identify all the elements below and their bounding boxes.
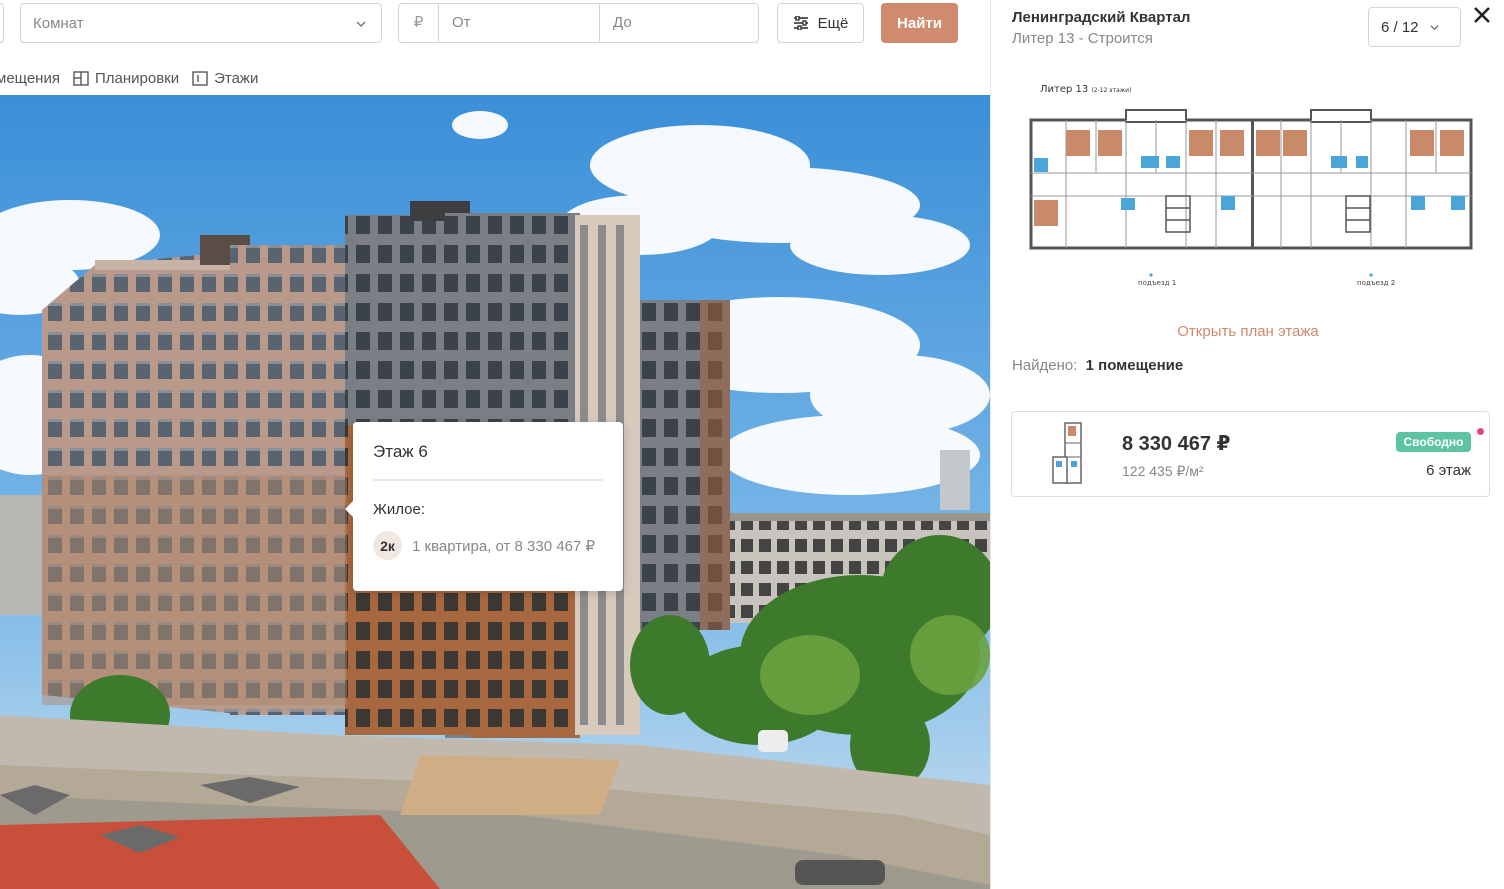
complex-title: Ленинградский Квартал [1012, 9, 1191, 26]
price-from-input[interactable]: От [439, 4, 600, 42]
filter-field-partial[interactable] [0, 3, 4, 43]
view-premises[interactable]: мещения [0, 70, 60, 87]
floor-select[interactable]: 6 / 12 [1368, 7, 1461, 47]
found-value: 1 помещение [1085, 357, 1184, 374]
currency-symbol: ₽ [399, 4, 439, 42]
price-per-sqm: 122 435 ₽/м² [1122, 463, 1204, 479]
more-filters-label: Ещё [817, 14, 849, 32]
svg-text:Литер 13 (2-12 этажи: Литер 13 (2-12 этажи) [1040, 84, 1131, 95]
open-floor-plan-link[interactable]: Открыть план этажа [991, 323, 1504, 340]
tooltip-title: Этаж 6 [373, 442, 428, 461]
entrance-2-label: подъезд 2 [1357, 279, 1395, 287]
floor-tooltip: Этаж 6 Жилое: 2к 1 квартира, от 8 330 46… [345, 422, 623, 591]
rooms-select[interactable]: Комнат [20, 3, 382, 43]
tooltip-apartment-row[interactable]: 2к 1 квартира, от 8 330 467 ₽ [373, 531, 595, 560]
tooltip-type: Жилое: [373, 501, 426, 518]
tooltip-description: 1 квартира, от 8 330 467 ₽ [412, 537, 595, 555]
view-floors-label: Этажи [214, 69, 259, 87]
apartment-price: 8 330 467 ₽ [1122, 433, 1231, 455]
view-switch: мещения Планировки Этажи [0, 68, 271, 88]
layout-icon [73, 70, 89, 86]
apartment-card[interactable]: 8 330 467 ₽ 122 435 ₽/м² Свободно 6 этаж [1011, 411, 1490, 497]
find-button[interactable]: Найти [881, 3, 958, 43]
apartment-layout-thumbnail [1052, 422, 1082, 484]
rooms-badge: 2к [373, 531, 402, 560]
rooms-placeholder: Комнат [33, 14, 84, 32]
status-badge: Свободно [1396, 432, 1471, 452]
found-count: Найдено: 1 помещение [1012, 357, 1183, 374]
chevron-down-icon [356, 21, 366, 28]
floor-select-value: 6 / 12 [1381, 18, 1419, 36]
price-range: ₽ От До [398, 3, 759, 43]
building-subtitle: Литер 13 - Строится [1012, 30, 1153, 47]
tooltip-divider [373, 479, 603, 481]
view-layouts-label: Планировки [94, 69, 180, 87]
chevron-down-icon [1429, 24, 1439, 30]
close-icon[interactable] [1471, 4, 1495, 28]
more-filters-button[interactable]: Ещё [777, 3, 864, 43]
view-floors[interactable]: Этажи [192, 70, 258, 87]
new-indicator-dot [1477, 428, 1484, 435]
found-label: Найдено: [1012, 357, 1078, 374]
apartment-floor: 6 этаж [1426, 462, 1471, 479]
floor-icon [192, 70, 208, 86]
sliders-icon [793, 16, 808, 30]
plan-title-note: (2-12 этажи) [1091, 87, 1131, 94]
floor-plan-preview[interactable]: Литер 13 (2-12 этажи) подъезд 1 подъезд … [1026, 78, 1476, 293]
entrance-1-label: подъезд 1 [1138, 279, 1176, 287]
view-premises-label: мещения [0, 69, 60, 87]
price-to-input[interactable]: До [600, 4, 632, 42]
view-layouts[interactable]: Планировки [73, 70, 179, 87]
plan-title: Литер 13 [1040, 84, 1088, 95]
